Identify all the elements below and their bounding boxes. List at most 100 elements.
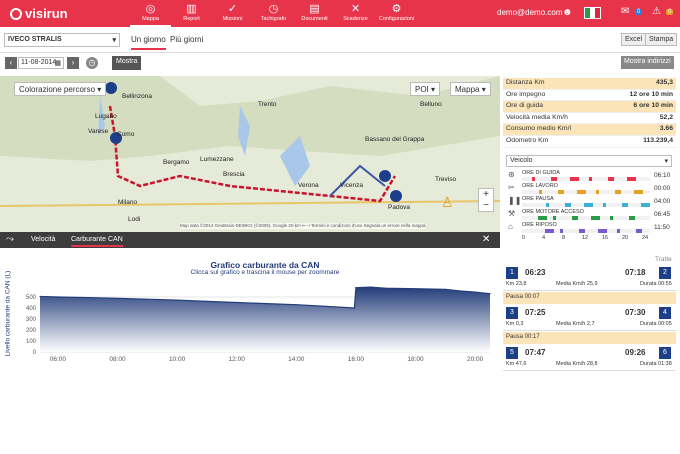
map-type-select[interactable]: Mappa ▾ <box>450 82 491 96</box>
timeline-segment <box>558 190 564 194</box>
nav-item-missioni[interactable]: ✓ Missioni <box>212 0 253 27</box>
nav-item-report[interactable]: ▥ Report <box>171 0 212 27</box>
fuel-point <box>489 293 491 295</box>
fuel-point <box>474 291 476 293</box>
trip-duration: Durata 01:38 <box>640 361 672 367</box>
trip-avg-speed: Media Km/h 25,9 <box>556 281 598 287</box>
vehicle-filter-select[interactable]: Veicolo ▾ <box>506 155 672 167</box>
timeline-label: ORE LAVORO <box>522 183 558 189</box>
next-day-button[interactable]: › <box>67 57 79 69</box>
timeline-time: 06:10 <box>654 172 671 179</box>
fuel-point <box>146 298 148 300</box>
tachograph-icon: ◷ <box>268 3 279 15</box>
y-tick-label: 300 <box>26 317 37 323</box>
fuel-point <box>236 301 238 304</box>
city-label: Bellinzona <box>122 93 152 100</box>
city-label: Bassano del Grappa <box>365 136 425 143</box>
timeline-tick: 24 <box>642 235 649 241</box>
timeline-segment <box>610 216 613 220</box>
nav-label: Report <box>183 16 200 22</box>
city-label: Lumezzane <box>200 156 234 163</box>
fuel-point <box>355 287 357 289</box>
trip-avg-speed: Media Km/h 28,8 <box>556 361 598 367</box>
city-label: Milano <box>118 199 138 206</box>
timeline-time: 11:50 <box>654 224 670 231</box>
timeline-row: ✂ ORE LAVORO 00:00 <box>506 183 672 195</box>
zoom-in-button[interactable]: + <box>479 189 493 200</box>
pause-icon: ❚❚ <box>508 196 522 205</box>
main-nav: ◎ Mappa ▥ Report ✓ Missioni ◷ Tachigrafo ▤ Docume… <box>130 0 417 27</box>
clock-icon[interactable]: ◷ <box>86 57 98 69</box>
city-label: Treviso <box>435 176 457 183</box>
chart-wave-icon: ⤳ <box>6 234 14 245</box>
map-view[interactable]: Colorazione percorso ▾ POI ▾ Mappa ▾ Bel… <box>0 76 500 232</box>
fuel-point <box>444 288 446 290</box>
excel-button[interactable]: Excel <box>621 33 647 46</box>
pause-row: Pausa 00:17 <box>503 332 676 344</box>
timeline-label: ORE PAUSA <box>522 196 554 202</box>
tab-multi-day[interactable]: Più giorni <box>170 35 203 44</box>
stat-label: Distanza Km <box>506 79 545 86</box>
messages-icon[interactable]: ✉ <box>621 6 629 17</box>
timeline-segment <box>572 216 578 220</box>
stat-row: Ore di guida 6 ore 10 min <box>503 101 676 113</box>
stat-label: Velocità media Km/h <box>506 113 568 121</box>
x-tick-label: 08:00 <box>109 356 126 363</box>
fuel-point <box>295 304 297 306</box>
timeline-segment <box>615 190 621 194</box>
city-label: Brescia <box>223 171 245 178</box>
alert-icon[interactable]: ⚠ <box>652 6 661 17</box>
nav-item-scadenze[interactable]: ✕ Scadenze <box>335 0 376 27</box>
fuel-point <box>206 300 208 302</box>
chart-tab-bar: ⤳ Velocità Carburante CAN ✕ <box>0 232 500 248</box>
logo-icon <box>10 8 22 20</box>
date-input[interactable]: 11-08-2014 ▦ <box>18 57 64 69</box>
timeline-bar <box>522 203 650 207</box>
sub-toolbar: IVECO STRALIS ▾ Un giorno Più giorni Exce… <box>0 27 680 53</box>
trip-start-number: 5 <box>506 347 518 359</box>
poi-toggle[interactable]: POI ▾ <box>410 82 441 96</box>
trip-end-number: 2 <box>659 267 671 279</box>
vehicle-select[interactable]: IVECO STRALIS ▾ <box>4 33 120 47</box>
trip-row[interactable]: 1 06:23 07:18 2 Km 23,8 Media Km/h 25,9 Durata… <box>503 264 676 291</box>
fuel-point <box>325 305 327 307</box>
italian-flag-icon[interactable] <box>584 7 601 19</box>
print-button[interactable]: Stampa <box>645 33 678 46</box>
tab-fuel[interactable]: Carburante CAN <box>71 236 123 247</box>
stat-value: 6 ore 10 min <box>633 102 673 110</box>
trip-row[interactable]: 5 07:47 09:26 6 Km 47,6 Media Km/h 28,8 Durata… <box>503 344 676 371</box>
show-button[interactable]: Mostra <box>112 56 142 70</box>
city-label: Como <box>117 131 135 138</box>
timeline-segment <box>553 216 556 220</box>
tab-one-day[interactable]: Un giorno <box>131 35 166 50</box>
nav-item-tachigrafo[interactable]: ◷ Tachigrafo <box>253 0 294 27</box>
trip-row[interactable]: 3 07:25 07:30 4 Km 0,3 Media Km/h 2,7 Durata 0… <box>503 304 676 331</box>
nav-item-documenti[interactable]: ▤ Documenti <box>294 0 335 27</box>
timeline-segment <box>629 216 635 220</box>
route-color-select[interactable]: Colorazione percorso ▾ <box>14 82 107 96</box>
nav-label: Tachigrafo <box>260 16 287 22</box>
timeline-segment <box>608 177 614 181</box>
tab-speed[interactable]: Velocità <box>31 236 56 243</box>
timeline-segment <box>627 177 636 181</box>
map-credits: Map data ©2014 GeoBasis-DE/BKG (©2009), … <box>180 223 426 229</box>
close-icon[interactable]: ✕ <box>482 234 490 245</box>
street-view-icon[interactable]: ♙ <box>441 194 454 211</box>
stat-value: 52,2 <box>659 113 673 121</box>
x-tick-label: 06:00 <box>50 356 67 363</box>
zoom-out-button[interactable]: − <box>479 200 493 211</box>
show-addresses-button[interactable]: Mostra indirizzi <box>621 56 674 69</box>
timeline-segment <box>545 229 554 233</box>
prev-day-button[interactable]: ‹ <box>5 57 17 69</box>
user-icon[interactable]: ☻ <box>562 7 573 18</box>
trip-start-time: 06:23 <box>525 268 546 277</box>
nav-label: Mappa <box>142 16 159 22</box>
nav-label: Scadenze <box>343 16 368 22</box>
fuel-chart[interactable]: 0 100 200 300 400 500 06:00 08:00 10:00 12:00 14:0… <box>0 280 500 366</box>
timeline-tick: 16 <box>602 235 609 241</box>
stat-label: Ore impegno <box>506 90 546 98</box>
user-email[interactable]: demo@demo.com <box>497 8 562 17</box>
nav-item-mappa[interactable]: ◎ Mappa <box>130 0 171 27</box>
nav-item-configurazioni[interactable]: ⚙ Configurazioni <box>376 0 417 27</box>
app-logo[interactable]: visirun <box>10 6 68 21</box>
